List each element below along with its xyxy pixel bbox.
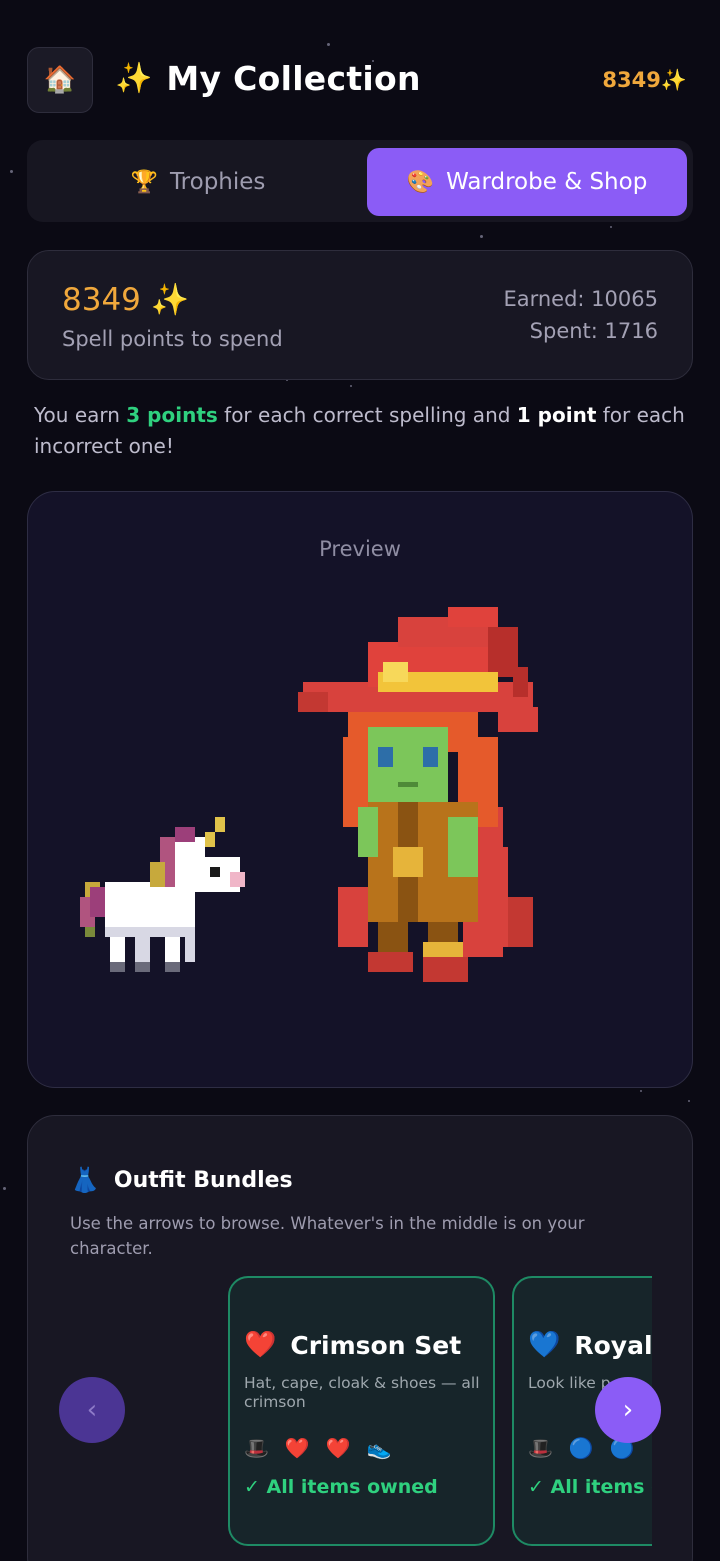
- bundles-description: Use the arrows to browse. Whatever's in …: [70, 1214, 585, 1258]
- points-earned: Earned: 10065: [503, 287, 658, 311]
- bundle-name: Crimson Set: [290, 1330, 462, 1360]
- cloak-icon: ❤️: [325, 1436, 351, 1460]
- bundle-card-crimson-set[interactable]: ❤️ Crimson Set Hat, cape, cloak & shoes …: [228, 1276, 495, 1546]
- points-badge: 8349✨: [602, 68, 687, 92]
- background-star: [688, 1100, 690, 1102]
- chevron-left-icon: ‹: [86, 1395, 98, 1425]
- tab-label: Trophies: [170, 169, 266, 195]
- bundle-item-icons: 🎩 ❤️ ❤️ 👟: [244, 1436, 392, 1460]
- carousel-next-button[interactable]: ›: [595, 1377, 661, 1443]
- correct-points: 3 points: [126, 403, 218, 427]
- background-star: [10, 170, 13, 173]
- points-info-text: You earn 3 points for each correct spell…: [34, 400, 694, 462]
- dress-icon: 👗: [70, 1166, 100, 1194]
- bundle-name: Royal: [574, 1330, 652, 1360]
- bundles-title: Outfit Bundles: [113, 1167, 293, 1193]
- points-card: 8349 ✨ Spell points to spend Earned: 100…: [27, 250, 693, 380]
- points-balance: 8349 ✨: [62, 282, 190, 318]
- chevron-right-icon: ›: [622, 1395, 634, 1425]
- incorrect-points: 1 point: [516, 403, 597, 427]
- bundles-header: 👗 Outfit Bundles: [70, 1166, 293, 1194]
- cape-icon: 🔵: [568, 1436, 594, 1460]
- shoes-icon: 👟: [366, 1436, 392, 1460]
- heart-icon: ❤️: [244, 1330, 277, 1360]
- tab-wardrobe-shop[interactable]: 🎨 Wardrobe & Shop: [367, 148, 687, 216]
- points-balance-label: Spell points to spend: [62, 327, 283, 351]
- outfit-bundles-panel: 👗 Outfit Bundles Use the arrows to brows…: [27, 1115, 693, 1561]
- hat-icon: 🎩: [244, 1436, 269, 1460]
- bundle-status: ✓ All items owned: [244, 1476, 438, 1498]
- page-title: My Collection: [166, 59, 421, 98]
- info-text: for each correct spelling and: [217, 403, 517, 427]
- bundle-card-header: 💙 Royal: [528, 1330, 652, 1360]
- palette-icon: 🎨: [406, 169, 435, 195]
- unicorn-pet-image: [80, 817, 245, 972]
- sparkle-icon: ✨: [115, 61, 153, 96]
- bundle-carousel: ❤️ Crimson Set Hat, cape, cloak & shoes …: [228, 1276, 652, 1556]
- tab-label: Wardrobe & Shop: [446, 169, 648, 195]
- trophy-icon: 🏆: [130, 169, 158, 195]
- witch-character-image: [298, 607, 538, 982]
- title-group: ✨ My Collection: [115, 59, 421, 98]
- tab-trophies[interactable]: 🏆 Trophies: [35, 148, 361, 216]
- hat-icon: 🎩: [528, 1436, 553, 1460]
- bundle-description: Hat, cape, cloak & shoes — all crimson: [244, 1374, 480, 1411]
- page-header: 🏠 ✨ My Collection 8349✨: [27, 47, 693, 113]
- character-preview: Preview: [27, 491, 693, 1088]
- carousel-prev-button[interactable]: ‹: [59, 1377, 125, 1443]
- background-star: [610, 226, 612, 228]
- background-star: [350, 385, 352, 387]
- bundle-card-header: ❤️ Crimson Set: [244, 1330, 461, 1360]
- info-text: You earn: [34, 403, 127, 427]
- home-icon: 🏠: [43, 65, 77, 95]
- points-spent: Spent: 1716: [529, 319, 658, 343]
- background-star: [327, 43, 330, 46]
- background-star: [3, 1187, 6, 1190]
- blue-heart-icon: 💙: [528, 1330, 561, 1360]
- tab-bar: 🏆 Trophies 🎨 Wardrobe & Shop: [27, 140, 693, 222]
- background-star: [640, 1090, 642, 1092]
- preview-label: Preview: [319, 537, 401, 561]
- home-button[interactable]: 🏠: [27, 47, 93, 113]
- background-star: [480, 235, 483, 238]
- bundle-status: ✓ All items ov: [528, 1476, 652, 1498]
- cape-icon: ❤️: [284, 1436, 310, 1460]
